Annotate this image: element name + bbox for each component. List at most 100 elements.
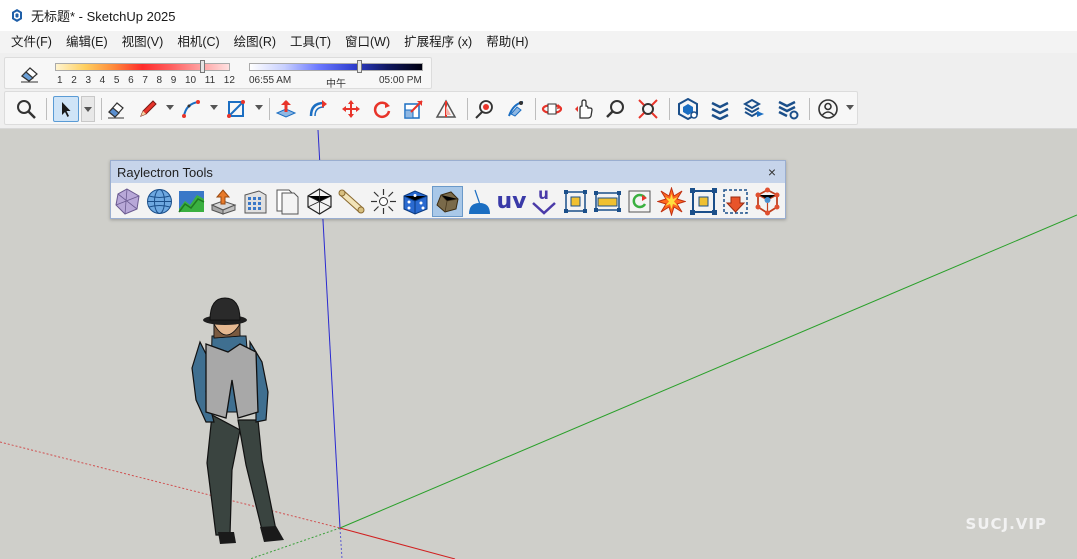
month-tick: 5: [113, 75, 120, 86]
rt-explode-button[interactable]: [656, 186, 687, 217]
toolbar-separator: [269, 98, 270, 120]
follow-me-button[interactable]: [305, 96, 331, 122]
push-pull-icon: [275, 100, 297, 118]
month-tick-labels: 1 2 3 4 5 6 7 8 9 10 11 12: [57, 75, 235, 86]
rt-frame-button[interactable]: [560, 186, 591, 217]
scale-button[interactable]: [401, 96, 427, 122]
rt-building-button[interactable]: [240, 186, 271, 217]
chevron-down-icon[interactable]: [846, 105, 854, 110]
push-pull-button[interactable]: [273, 96, 299, 122]
rt-scroll-button[interactable]: [336, 186, 367, 217]
raylectron-toolbar[interactable]: Raylectron Tools × uv u: [110, 160, 786, 219]
menu-file[interactable]: 文件(F): [4, 31, 59, 53]
shadow-settings-icon[interactable]: [19, 65, 41, 83]
menu-extensions[interactable]: 扩展程序 (x): [397, 31, 479, 53]
chevron-down-icon[interactable]: [166, 105, 174, 110]
styles-icon: [743, 98, 764, 118]
u-icon: u: [538, 185, 549, 203]
menu-view[interactable]: 视图(V): [115, 31, 171, 53]
rt-random-button[interactable]: [400, 186, 431, 217]
zoom-tool-button[interactable]: [603, 96, 629, 122]
eraser-button[interactable]: [103, 96, 129, 122]
time-start-label: 06:55 AM: [249, 75, 292, 86]
month-tick: 11: [204, 75, 216, 86]
walk-button[interactable]: [503, 96, 529, 122]
menu-tools[interactable]: 工具(T): [283, 31, 338, 53]
crop-frame-icon: [690, 188, 717, 215]
polyhedron-icon: [115, 188, 140, 215]
rt-refresh-button[interactable]: [624, 186, 655, 217]
rt-surface-button[interactable]: [464, 186, 495, 217]
menu-help[interactable]: 帮助(H): [479, 31, 535, 53]
move-button[interactable]: [338, 96, 364, 122]
month-tick: 3: [85, 75, 91, 86]
menu-window[interactable]: 窗口(W): [338, 31, 397, 53]
rt-export-button[interactable]: [208, 186, 239, 217]
rt-download-button[interactable]: [720, 186, 751, 217]
rt-terrain-button[interactable]: [176, 186, 207, 217]
scroll-icon: [338, 189, 365, 214]
time-slider-thumb[interactable]: [356, 60, 362, 73]
month-slider-thumb[interactable]: [200, 60, 205, 73]
chevron-down-icon[interactable]: [255, 105, 263, 110]
components-button[interactable]: [675, 96, 701, 122]
toolbar-separator: [46, 98, 47, 120]
menu-draw[interactable]: 绘图(R): [227, 31, 283, 53]
menu-camera[interactable]: 相机(C): [170, 31, 226, 53]
menu-edit[interactable]: 编辑(E): [59, 31, 115, 53]
rotate-button[interactable]: [369, 96, 395, 122]
close-icon[interactable]: ×: [765, 165, 779, 179]
time-slider-track[interactable]: [249, 63, 423, 71]
shadows-toolbar: 1 2 3 4 5 6 7 8 9 10 11 12 06:55 AM 中午 0…: [4, 57, 432, 90]
orbit-button[interactable]: [539, 96, 565, 122]
rectangle-button[interactable]: [223, 96, 249, 122]
position-camera-button[interactable]: [471, 96, 497, 122]
main-toolbar: [4, 91, 858, 125]
follow-me-icon: [309, 100, 327, 117]
rt-material-button[interactable]: [432, 186, 463, 217]
half-sphere-icon: [469, 189, 490, 214]
time-end-label: 05:00 PM: [379, 75, 422, 86]
raylectron-header[interactable]: Raylectron Tools ×: [111, 161, 785, 183]
zoom-tool-icon: [606, 100, 624, 118]
person-figure[interactable]: [191, 297, 284, 544]
scale-icon: [404, 100, 423, 119]
chevron-down-icon[interactable]: [210, 105, 218, 110]
month-tick: 2: [71, 75, 77, 86]
section-plane-button[interactable]: [433, 96, 459, 122]
rt-panorama-button[interactable]: [592, 186, 623, 217]
rt-wireframe-button[interactable]: [304, 186, 335, 217]
rt-pages-button[interactable]: [272, 186, 303, 217]
move-icon: [342, 100, 360, 118]
toolbar-region: 1 2 3 4 5 6 7 8 9 10 11 12 06:55 AM 中午 0…: [0, 53, 1077, 129]
select-button[interactable]: [53, 96, 79, 122]
rt-uv-button[interactable]: uv: [496, 186, 527, 217]
chevron-down-icon: [531, 202, 556, 215]
zoom-extents-button[interactable]: [635, 96, 661, 122]
layers-button[interactable]: [707, 96, 733, 122]
styles-button[interactable]: [741, 96, 767, 122]
position-camera-icon: [475, 100, 493, 119]
eraser-icon: [108, 102, 124, 119]
terrain-icon: [178, 191, 205, 213]
rt-light-button[interactable]: [368, 186, 399, 217]
red-axis-negative: [0, 441, 341, 529]
tags-icon: [778, 100, 799, 120]
select-dropdown[interactable]: [81, 96, 95, 122]
rt-crop-button[interactable]: [688, 186, 719, 217]
rt-network-button[interactable]: [752, 186, 783, 217]
rt-environment-button[interactable]: [144, 186, 175, 217]
account-button[interactable]: [815, 96, 841, 122]
pan-button[interactable]: [571, 96, 597, 122]
account-icon: [818, 99, 838, 119]
frame-wide-icon: [594, 191, 621, 212]
month-tick: 6: [128, 75, 134, 86]
rt-u-down-button[interactable]: u: [528, 186, 559, 217]
rotate-icon: [373, 101, 391, 118]
tags-button[interactable]: [775, 96, 801, 122]
pencil-button[interactable]: [135, 96, 161, 122]
zoom-button[interactable]: [13, 96, 39, 122]
download-frame-icon: [723, 189, 748, 214]
arc-button[interactable]: [178, 96, 204, 122]
rt-render-button[interactable]: [112, 186, 143, 217]
